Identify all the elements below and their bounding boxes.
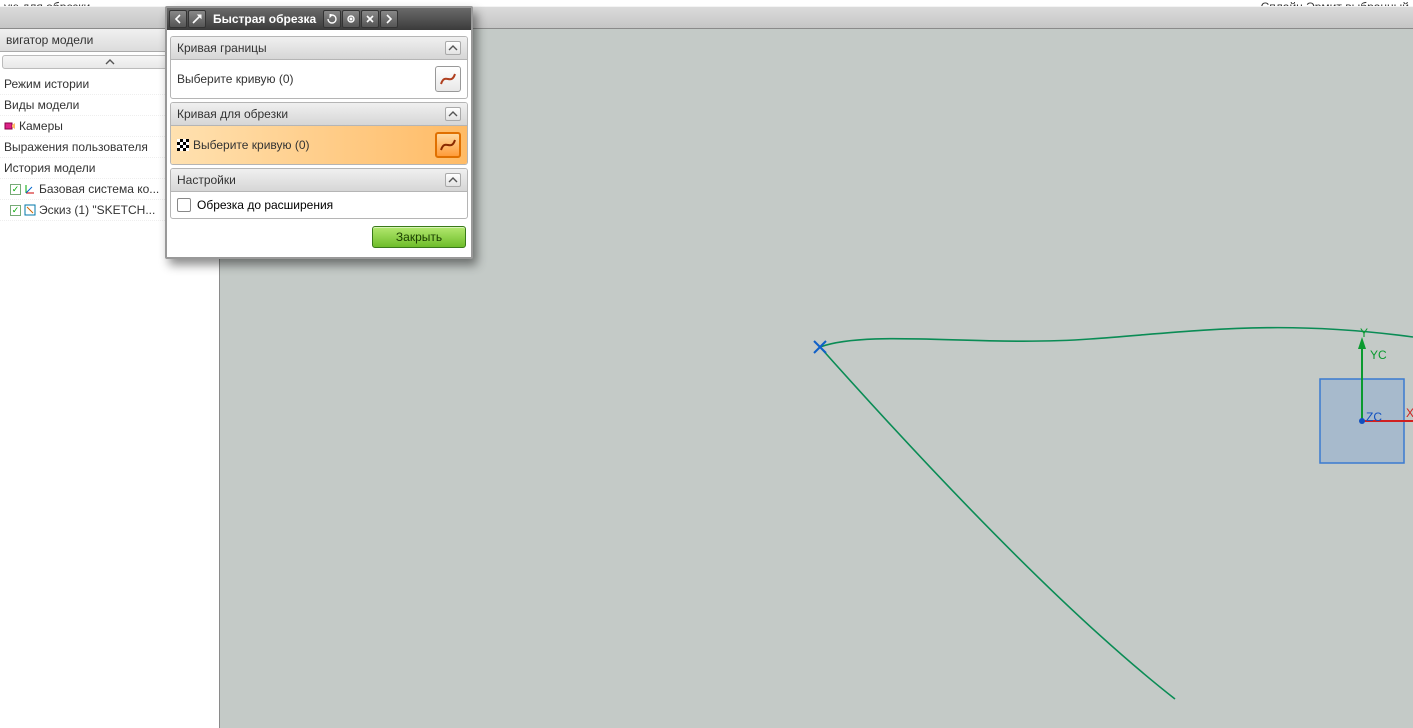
section-boundary-curve: Кривая границы Выберите кривую (0) bbox=[170, 36, 468, 99]
svg-text:ZC: ZC bbox=[1366, 410, 1382, 424]
dialog-settings-button[interactable] bbox=[342, 10, 360, 28]
dialog-pin-button[interactable] bbox=[188, 10, 206, 28]
section-header-boundary[interactable]: Кривая границы bbox=[171, 37, 467, 60]
checkbox-icon[interactable]: ✓ bbox=[10, 205, 21, 216]
sketch-icon bbox=[24, 204, 36, 216]
spline-curve-top[interactable] bbox=[820, 328, 1413, 347]
camera-icon bbox=[4, 120, 16, 132]
checkbox-icon[interactable]: ✓ bbox=[10, 184, 21, 195]
row-select-boundary-curve[interactable]: Выберите кривую (0) bbox=[171, 60, 467, 98]
section-trim-curve: Кривая для обрезки Выберите кривую (0) bbox=[170, 102, 468, 165]
datum-csys[interactable]: YC Y X ZC bbox=[1320, 326, 1413, 463]
selection-flag-icon bbox=[177, 139, 189, 151]
csys-icon bbox=[24, 183, 36, 195]
dialog-titlebar[interactable]: Быстрая обрезка bbox=[167, 8, 471, 30]
collapse-icon[interactable] bbox=[445, 173, 461, 187]
row-select-trim-curve[interactable]: Выберите кривую (0) bbox=[171, 126, 467, 164]
section-settings: Настройки Обрезка до расширения bbox=[170, 168, 468, 219]
dialog-footer: Закрыть bbox=[170, 222, 468, 252]
section-header-settings[interactable]: Настройки bbox=[171, 169, 467, 192]
curve-type-button-active[interactable] bbox=[435, 132, 461, 158]
dialog-body: Кривая границы Выберите кривую (0) Крива… bbox=[167, 30, 471, 257]
checkbox-trim-extension[interactable] bbox=[177, 198, 191, 212]
endpoint-marker-icon[interactable] bbox=[814, 341, 826, 353]
section-header-trim[interactable]: Кривая для обрезки bbox=[171, 103, 467, 126]
spline-curve-bottom[interactable] bbox=[820, 347, 1175, 699]
curve-type-button[interactable] bbox=[435, 66, 461, 92]
collapse-icon[interactable] bbox=[445, 41, 461, 55]
svg-text:Y: Y bbox=[1360, 326, 1368, 340]
close-button[interactable]: Закрыть bbox=[372, 226, 466, 248]
dialog-prev-button[interactable] bbox=[169, 10, 187, 28]
svg-text:YC: YC bbox=[1370, 348, 1387, 362]
dialog-close-button[interactable] bbox=[361, 10, 379, 28]
collapse-icon[interactable] bbox=[445, 107, 461, 121]
dialog-reset-button[interactable] bbox=[323, 10, 341, 28]
row-trim-to-extension[interactable]: Обрезка до расширения bbox=[171, 192, 467, 218]
dialog-next-button[interactable] bbox=[380, 10, 398, 28]
svg-text:X: X bbox=[1406, 406, 1413, 420]
quick-trim-dialog: Быстрая обрезка Кривая границы Выберите … bbox=[165, 6, 473, 259]
dialog-title: Быстрая обрезка bbox=[207, 12, 322, 26]
